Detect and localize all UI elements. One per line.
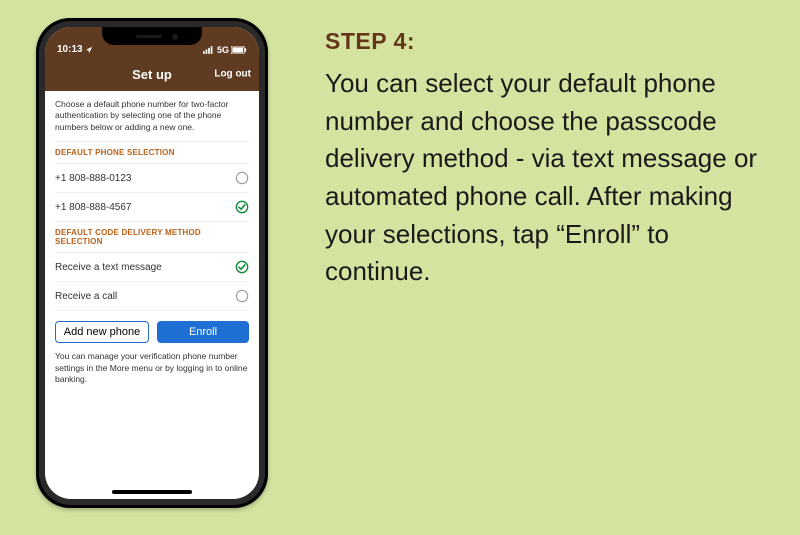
phone-option-label: +1 808-888-4567 bbox=[55, 202, 131, 213]
method-section-header: DEFAULT CODE DELIVERY METHOD SELECTION bbox=[55, 221, 249, 252]
signal-icon bbox=[203, 46, 215, 54]
status-network: 5G bbox=[217, 45, 229, 55]
status-time: 10:13 bbox=[57, 44, 83, 55]
footer-note: You can manage your verification phone n… bbox=[55, 351, 249, 385]
radio-unchecked-icon bbox=[235, 171, 249, 185]
phone-section-header: DEFAULT PHONE SELECTION bbox=[55, 141, 249, 163]
step-heading: STEP 4: bbox=[325, 28, 765, 55]
page-title: Set up bbox=[132, 67, 172, 82]
battery-icon bbox=[231, 46, 247, 54]
radio-checked-icon bbox=[235, 260, 249, 274]
title-bar: Set up Log out bbox=[45, 57, 259, 91]
method-option-row[interactable]: Receive a text message bbox=[55, 252, 249, 281]
phone-option-row[interactable]: +1 808-888-0123 bbox=[55, 163, 249, 192]
add-new-phone-button[interactable]: Add new phone bbox=[55, 321, 149, 343]
radio-unchecked-icon bbox=[235, 289, 249, 303]
method-option-row[interactable]: Receive a call bbox=[55, 281, 249, 310]
phone-option-label: +1 808-888-0123 bbox=[55, 173, 131, 184]
phone-option-row[interactable]: +1 808-888-4567 bbox=[55, 192, 249, 221]
intro-text: Choose a default phone number for two-fa… bbox=[55, 99, 249, 133]
phone-notch bbox=[102, 27, 202, 45]
home-indicator bbox=[112, 490, 192, 494]
phone-screen: 10:13 5G bbox=[45, 27, 259, 499]
radio-checked-icon bbox=[235, 200, 249, 214]
enroll-button[interactable]: Enroll bbox=[157, 321, 249, 343]
method-option-label: Receive a call bbox=[55, 291, 117, 302]
logout-button[interactable]: Log out bbox=[214, 69, 251, 80]
method-option-label: Receive a text message bbox=[55, 262, 162, 273]
location-icon bbox=[85, 46, 93, 54]
step-body: You can select your default phone number… bbox=[325, 65, 765, 291]
phone-frame: 10:13 5G bbox=[36, 18, 268, 508]
instruction-panel: STEP 4: You can select your default phon… bbox=[325, 28, 765, 291]
